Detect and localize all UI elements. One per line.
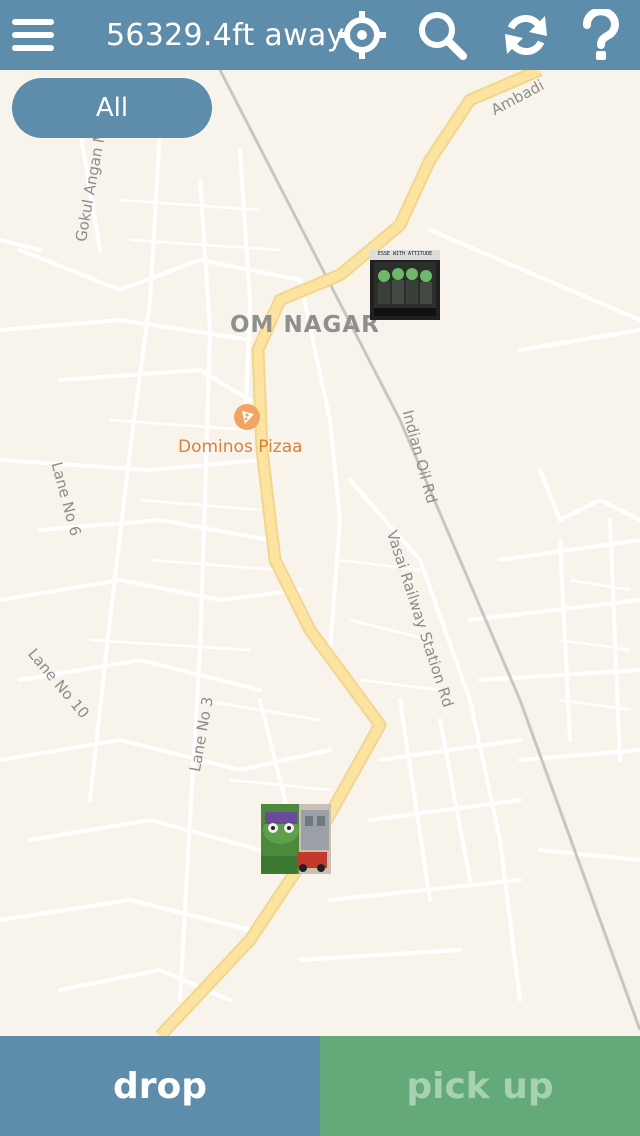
- group-photo-image: [370, 250, 440, 320]
- hamburger-menu-icon: [12, 19, 54, 51]
- photo-marker-group[interactable]: ESSE WITH ATTITUDE: [370, 250, 440, 320]
- locate-button[interactable]: [330, 0, 394, 70]
- crosshair-icon: [338, 11, 386, 59]
- refresh-button[interactable]: [496, 0, 556, 70]
- map-roads: [0, 70, 640, 1036]
- marker-caption: ESSE WITH ATTITUDE: [377, 251, 433, 257]
- bottom-action-bar: drop pick up: [0, 1036, 640, 1136]
- filter-all-button[interactable]: All: [12, 78, 212, 138]
- refresh-icon: [505, 15, 547, 55]
- search-icon: [419, 12, 467, 60]
- drop-button[interactable]: drop: [0, 1036, 320, 1136]
- pizza-icon[interactable]: [234, 404, 260, 430]
- search-button[interactable]: [412, 0, 472, 70]
- help-button[interactable]: [574, 0, 628, 70]
- map-view[interactable]: Om Nagar Gokul Angan Marg Lane No 6 Lane…: [0, 70, 640, 1036]
- top-bar: 56329.4ft away: [0, 0, 640, 70]
- menu-button[interactable]: [0, 0, 66, 70]
- photo-marker-frog[interactable]: [261, 804, 331, 874]
- question-mark-icon: [583, 9, 619, 60]
- pick-up-button[interactable]: pick up: [320, 1036, 640, 1136]
- distance-readout: 56329.4ft away: [106, 17, 345, 53]
- poi-label: Dominos Pizaa: [178, 437, 303, 457]
- frog-photo-image: [261, 804, 331, 874]
- area-label: Om Nagar: [230, 312, 380, 338]
